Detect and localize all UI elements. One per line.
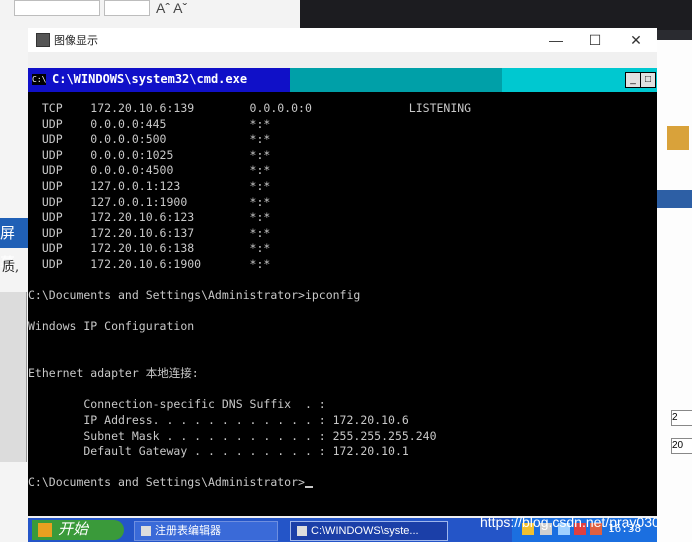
maximize-button[interactable]: ☐ <box>573 28 617 52</box>
console-line: UDP 172.20.10.6:137 *:* <box>28 225 271 240</box>
viewer-titlebar[interactable]: 图像显示 — ☐ ✕ <box>28 28 657 52</box>
console-line: UDP 127.0.0.1:1900 *:* <box>28 194 271 209</box>
console-line: C:\Documents and Settings\Administrator>… <box>28 288 361 303</box>
console-line: C:\Documents and Settings\Administrator> <box>28 474 313 490</box>
console-line: Subnet Mask . . . . . . . . . . . : 255.… <box>28 428 437 443</box>
value-field-2[interactable]: 20 <box>671 438 692 454</box>
console-line: UDP 127.0.0.1:123 *:* <box>28 179 271 193</box>
console-line: Connection-specific DNS Suffix . : <box>28 397 326 412</box>
console-line: Ethernet adapter 本地连接: <box>28 366 199 381</box>
font-size-box <box>104 0 150 16</box>
cmd-titlebar[interactable]: C:\ C:\WINDOWS\system32\cmd.exe _ □ <box>28 68 657 92</box>
cmd-title: C:\WINDOWS\system32\cmd.exe <box>52 72 248 86</box>
console-line: TCP 172.20.10.6:139 0.0.0.0:0 LISTENING <box>28 101 472 115</box>
cmd-maximize-button[interactable]: □ <box>640 72 656 88</box>
tool-icon <box>667 126 689 150</box>
cmd-window: C:\ C:\WINDOWS\system32\cmd.exe _ □ TCP … <box>28 68 657 516</box>
font-grow-shrink-label: Aˆ Aˇ <box>156 0 188 16</box>
task-cmd[interactable]: C:\WINDOWS\syste... <box>290 521 448 541</box>
task-regedit[interactable]: 注册表编辑器 <box>134 521 278 541</box>
background-right-panel: 2 20 <box>657 40 692 542</box>
console-line: Windows IP Configuration <box>28 319 195 334</box>
console-line: IP Address. . . . . . . . . . . . : 172.… <box>28 413 409 427</box>
console-line: UDP 0.0.0.0:445 *:* <box>28 116 271 131</box>
watermark: https://blog.csdn.net/pray030 <box>480 514 660 530</box>
console-line: UDP 0.0.0.0:500 *:* <box>28 132 271 147</box>
task-cmd-label: C:\WINDOWS\syste... <box>311 525 419 537</box>
regedit-icon <box>141 526 151 537</box>
console-line: UDP 172.20.10.6:123 *:* <box>28 210 271 225</box>
cmd-minimize-button[interactable]: _ <box>625 72 641 88</box>
app-icon <box>36 33 50 47</box>
start-button[interactable]: 开始 <box>32 520 124 540</box>
console-line: UDP 0.0.0.0:4500 *:* <box>28 163 271 178</box>
task-regedit-label: 注册表编辑器 <box>155 525 221 537</box>
panel-bar <box>657 190 692 208</box>
console-line: UDP 172.20.10.6:138 *:* <box>28 241 271 256</box>
doc-thumbnail <box>0 292 27 462</box>
titlebar-mid-region <box>290 68 502 92</box>
console-line: UDP 172.20.10.6:1900 *:* <box>28 257 271 271</box>
background-left-document: 屏幕 质, <box>0 30 28 542</box>
doc-text: 质, <box>2 260 20 275</box>
text-cursor <box>304 486 313 489</box>
close-button[interactable]: ✕ <box>614 28 658 52</box>
console-line: UDP 0.0.0.0:1025 *:* <box>28 147 271 162</box>
cmd-task-icon <box>297 526 307 537</box>
background-word-toolbar: Aˆ Aˇ <box>0 0 300 30</box>
viewer-title: 图像显示 <box>54 35 98 47</box>
console-line: Default Gateway . . . . . . . . . : 172.… <box>28 444 409 459</box>
minimize-button[interactable]: — <box>534 28 578 52</box>
background-dark-area <box>300 0 692 30</box>
font-name-box <box>14 0 100 16</box>
image-viewer-window: 图像显示 — ☐ ✕ C:\ C:\WINDOWS\system32\cmd.e… <box>28 28 657 542</box>
windows-flag-icon <box>38 523 52 537</box>
doc-heading: 屏幕 <box>0 218 28 272</box>
console-output[interactable]: TCP 172.20.10.6:139 0.0.0.0:0 LISTENING … <box>28 96 657 516</box>
start-label: 开始 <box>58 521 89 538</box>
value-field-1[interactable]: 2 <box>671 410 692 426</box>
cmd-icon: C:\ <box>32 74 47 85</box>
